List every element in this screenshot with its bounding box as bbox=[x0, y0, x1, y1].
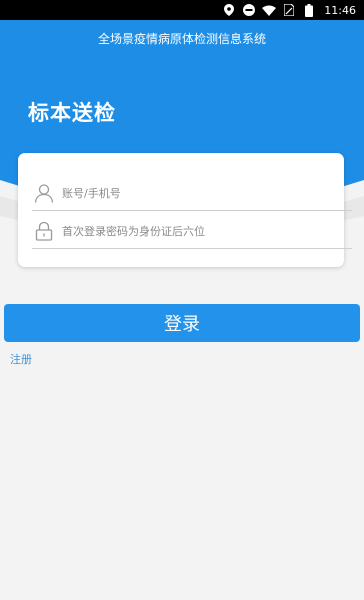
status-time: 11:46 bbox=[324, 3, 356, 17]
account-input[interactable] bbox=[62, 186, 322, 200]
login-form-card bbox=[18, 153, 352, 267]
page-heading: 标本送检 bbox=[28, 101, 116, 125]
sim-card-icon bbox=[282, 3, 296, 17]
wifi-icon bbox=[262, 3, 277, 17]
status-bar: 11:46 bbox=[0, 0, 364, 20]
password-input[interactable] bbox=[62, 224, 322, 238]
do-not-disturb-icon bbox=[242, 3, 256, 17]
login-screen: 11:46 全场景疫情病原体检测信息系统 标本送检 账号/手机号 登录 注册 bbox=[0, 0, 364, 600]
user-icon bbox=[32, 181, 56, 205]
password-row bbox=[32, 213, 354, 249]
lock-icon bbox=[32, 219, 56, 243]
location-icon bbox=[222, 3, 236, 17]
battery-icon bbox=[302, 3, 316, 17]
login-button[interactable]: 登录 bbox=[4, 304, 360, 342]
register-link[interactable]: 注册 bbox=[10, 351, 32, 367]
app-title: 全场景疫情病原体检测信息系统 bbox=[97, 32, 266, 46]
account-underline bbox=[32, 210, 352, 211]
password-underline bbox=[32, 248, 352, 249]
account-row bbox=[32, 175, 354, 211]
